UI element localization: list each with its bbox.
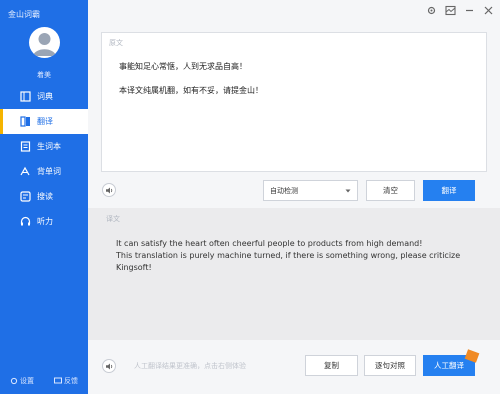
source-line-1: 事能知足心常惬，人到无求品自高！	[119, 62, 247, 71]
feedback-link[interactable]: 反馈	[54, 376, 78, 386]
result-label: 译文	[106, 215, 120, 223]
sidebar-item-label: 翻译	[37, 117, 53, 126]
result-text-area: 译文 It can satisfy the heart often cheerf…	[88, 208, 500, 340]
source-text-area[interactable]: 原文 事能知足心常惬，人到无求品自高！ 本译文纯属机翻，如有不妥，请提金山！	[101, 32, 487, 172]
sidebar-bottom: 设置 反馈	[0, 376, 88, 386]
sidebar-item-listening[interactable]: 听力	[0, 209, 88, 234]
sidebar-nav: 词典 翻译 生词本 背单词 搜读 听力	[0, 84, 88, 234]
compare-button[interactable]: 逐句对照	[364, 355, 416, 376]
sidebar-item-label: 背单词	[37, 167, 61, 176]
result-line-1: It can satisfy the heart often cheerful …	[116, 239, 423, 248]
sidebar-item-label: 生词本	[37, 142, 61, 151]
copy-button[interactable]: 复制	[305, 355, 358, 376]
main-panel: 原文 事能知足心常惬，人到无求品自高！ 本译文纯属机翻，如有不妥，请提金山！ 自…	[88, 0, 500, 394]
avatar[interactable]	[29, 27, 60, 58]
gear-icon[interactable]	[425, 4, 437, 16]
clear-button[interactable]: 清空	[366, 180, 415, 201]
user-icon	[33, 33, 56, 56]
settings-label: 设置	[20, 377, 34, 385]
minimize-icon[interactable]	[463, 4, 475, 16]
footer-tip: 人工翻译结果更准确，点击右侧体验	[134, 362, 246, 370]
headphones-icon	[19, 215, 32, 228]
sidebar-item-vocabulary[interactable]: 生词本	[0, 134, 88, 159]
reading-icon	[19, 190, 32, 203]
source-label: 原文	[109, 39, 123, 47]
skin-icon[interactable]	[444, 4, 456, 16]
result-speaker-button[interactable]	[102, 359, 116, 373]
sidebar-item-reading[interactable]: 搜读	[0, 184, 88, 209]
app-title: 金山词霸	[8, 10, 40, 19]
sidebar: 金山词霸 着美 词典 翻译 生词本 背单词 搜读 听力 设置 反馈	[0, 0, 88, 394]
feedback-icon	[54, 377, 62, 384]
username: 着美	[37, 71, 51, 79]
result-line-2: This translation is purely machine turne…	[116, 251, 461, 272]
sidebar-item-label: 听力	[37, 217, 53, 226]
source-text: 事能知足心常惬，人到无求品自高！ 本译文纯属机翻，如有不妥，请提金山！	[119, 61, 263, 97]
sidebar-item-dictionary[interactable]: 词典	[0, 84, 88, 109]
flashcard-icon	[19, 165, 32, 178]
result-text: It can satisfy the heart often cheerful …	[116, 238, 486, 274]
settings-icon	[10, 377, 18, 385]
sidebar-item-label: 词典	[37, 92, 53, 101]
sidebar-item-translate[interactable]: 翻译	[0, 109, 88, 134]
sidebar-item-flashcards[interactable]: 背单词	[0, 159, 88, 184]
vocabulary-icon	[19, 140, 32, 153]
translate-icon	[19, 115, 32, 128]
feedback-label: 反馈	[64, 377, 78, 385]
speaker-icon	[105, 187, 112, 193]
language-select[interactable]: 自动检测	[263, 180, 358, 201]
language-select-value: 自动检测	[270, 186, 298, 195]
settings-link[interactable]: 设置	[10, 376, 34, 386]
close-icon[interactable]	[482, 4, 494, 16]
speaker-icon	[105, 363, 112, 369]
source-speaker-button[interactable]	[102, 183, 116, 197]
human-translation-label: 人工翻译	[434, 361, 464, 370]
window-controls	[425, 0, 494, 20]
source-line-2: 本译文纯属机翻，如有不妥，请提金山！	[119, 86, 263, 95]
book-icon	[19, 90, 32, 103]
translate-button[interactable]: 翻译	[423, 180, 475, 201]
sidebar-item-label: 搜读	[37, 192, 53, 201]
chevron-down-icon	[345, 189, 351, 193]
new-badge-icon	[464, 349, 480, 363]
human-translation-button[interactable]: 人工翻译	[423, 349, 480, 376]
